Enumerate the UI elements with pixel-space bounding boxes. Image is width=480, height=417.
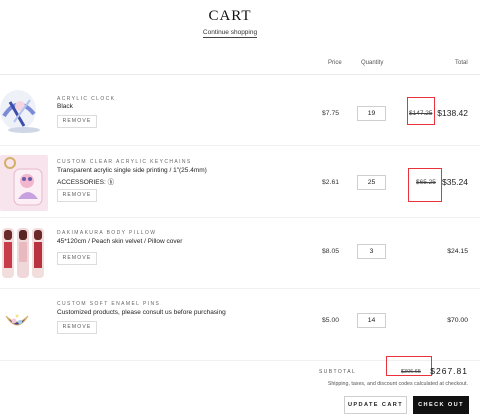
remove-button[interactable]: REMOVE <box>57 189 97 202</box>
quantity-column-header: Quantity <box>361 60 384 66</box>
quantity-input[interactable]: 19 <box>357 106 386 121</box>
product-accessories: ACCESSORIES: ⓑ <box>57 179 115 186</box>
product-vendor: DAKIMAKURA BODY PILLOW <box>57 230 157 236</box>
quantity-input[interactable]: 25 <box>357 175 386 190</box>
product-variant: Customized products, please consult us b… <box>57 309 226 316</box>
product-vendor: CUSTOM SOFT ENAMEL PINS <box>57 301 161 307</box>
product-price: $2.61 <box>322 179 340 186</box>
product-image-clock[interactable] <box>0 86 44 134</box>
row-divider <box>0 145 480 146</box>
product-image-pillow[interactable] <box>0 226 46 280</box>
product-price: $5.00 <box>322 317 340 324</box>
quantity-input[interactable]: 3 <box>357 244 386 259</box>
line-total: $24.15 <box>447 248 468 255</box>
subtotal-label: SUBTOTAL <box>319 369 357 375</box>
remove-button[interactable]: REMOVE <box>57 115 97 128</box>
line-total: $35.24 <box>442 177 468 187</box>
continue-shopping-link[interactable]: Continue shopping <box>202 29 258 38</box>
checkout-button[interactable]: CHECK OUT <box>413 396 469 414</box>
product-vendor: CUSTOM CLEAR ACRYLIC KEYCHAINS <box>57 159 192 165</box>
remove-button[interactable]: REMOVE <box>57 252 97 265</box>
row-divider <box>0 217 480 218</box>
price-column-header: Price <box>328 60 342 66</box>
row-divider <box>0 288 480 289</box>
shipping-note: Shipping, taxes, and discount codes calc… <box>327 381 468 387</box>
subtotal-value: $267.81 <box>430 366 468 376</box>
quantity-input[interactable]: 14 <box>357 313 386 328</box>
product-variant: Black <box>57 103 73 110</box>
line-total: $138.42 <box>437 108 468 118</box>
remove-button[interactable]: REMOVE <box>57 321 97 334</box>
highlight-box <box>386 356 432 376</box>
product-image-keychain[interactable] <box>0 155 48 211</box>
product-image-pin[interactable] <box>2 308 32 332</box>
page-title: CART <box>208 8 252 24</box>
product-variant: Transparent acrylic single side printing… <box>57 167 207 174</box>
highlight-box <box>408 168 442 202</box>
product-price: $8.05 <box>322 248 340 255</box>
total-column-header: Total <box>455 60 468 66</box>
continue-shopping-link-wrap: Continue shopping <box>0 29 460 38</box>
product-price: $7.75 <box>322 110 340 117</box>
header-divider <box>0 74 480 75</box>
update-cart-button[interactable]: UPDATE CART <box>344 396 407 414</box>
highlight-box <box>407 97 435 125</box>
product-vendor: ACRYLIC CLOCK <box>57 96 116 102</box>
product-variant: 45*120cm / Peach skin velvet / Pillow co… <box>57 238 183 245</box>
line-total: $70.00 <box>447 317 468 324</box>
